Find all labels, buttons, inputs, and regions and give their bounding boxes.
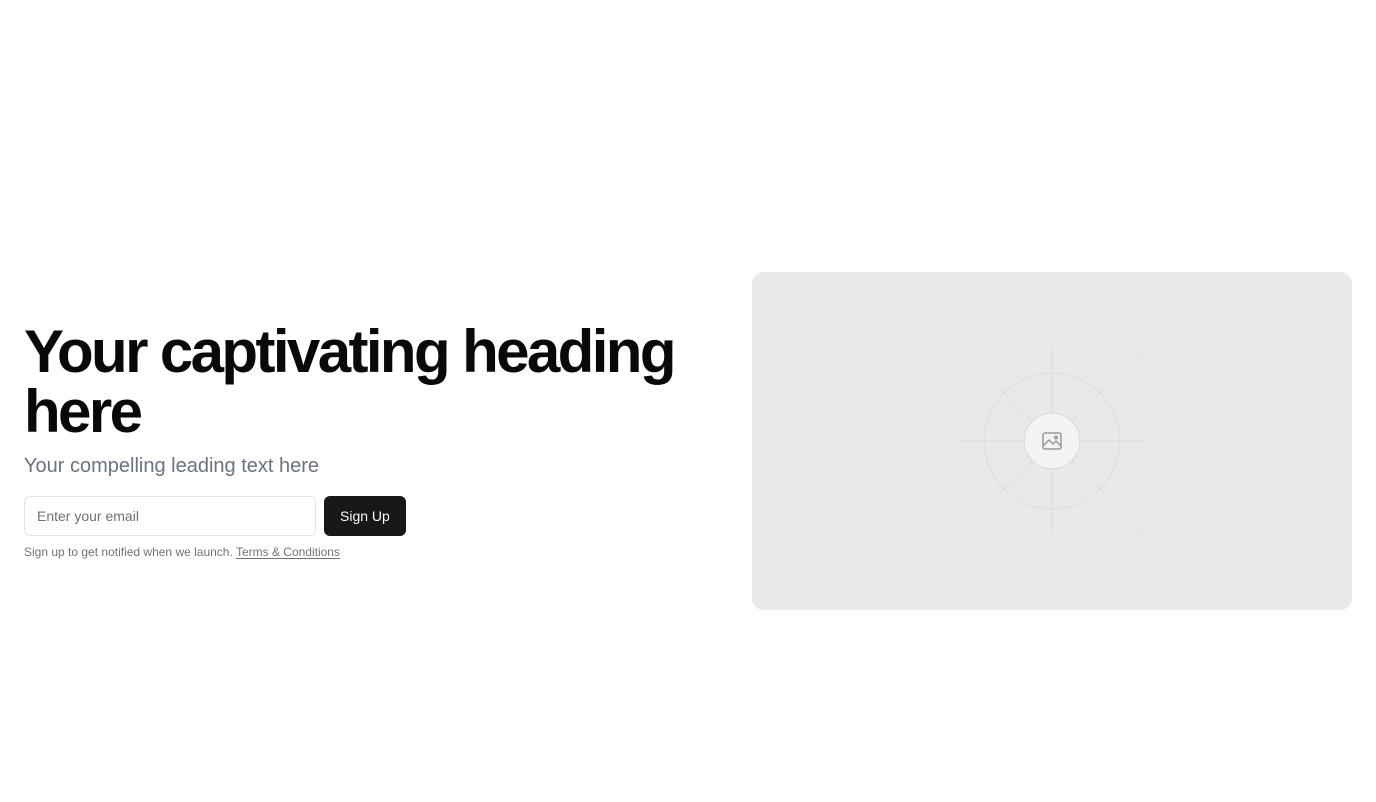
- signup-note-text: Sign up to get notified when we launch.: [24, 545, 236, 559]
- signup-form: Sign Up: [24, 496, 724, 536]
- hero-section: Your captivating heading here Your compe…: [0, 0, 1376, 802]
- hero-content: Your captivating heading here Your compe…: [24, 322, 724, 560]
- sign-up-button[interactable]: Sign Up: [324, 496, 406, 536]
- placeholder-graphic: [958, 347, 1146, 535]
- hero-lead-text: Your compelling leading text here: [24, 455, 320, 477]
- email-input[interactable]: [24, 496, 316, 536]
- image-placeholder: [752, 272, 1352, 610]
- hero-heading: Your captivating heading here: [24, 318, 677, 445]
- terms-link[interactable]: Terms & Conditions: [236, 545, 340, 559]
- signup-note: Sign up to get notified when we launch. …: [24, 544, 724, 560]
